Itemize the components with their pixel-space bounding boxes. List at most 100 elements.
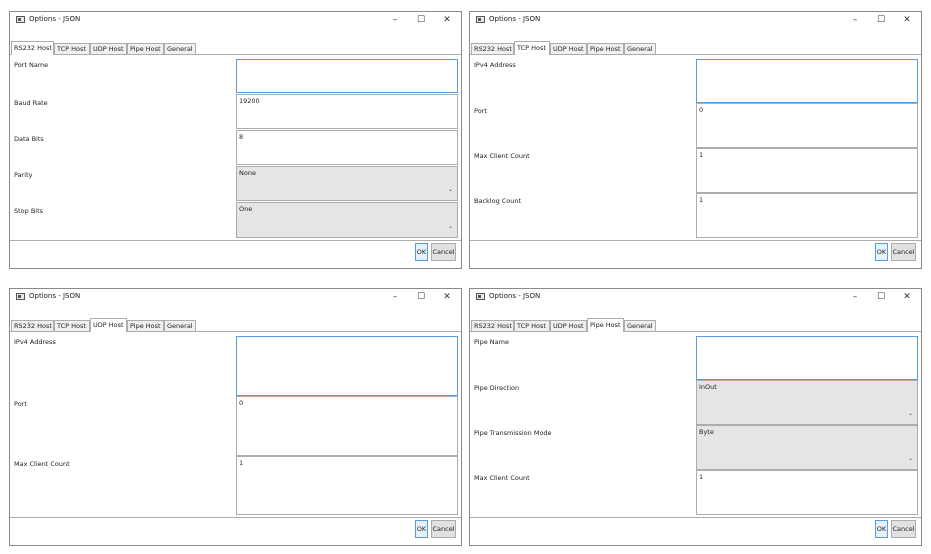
- max-client-count-field[interactable]: 1: [696, 470, 918, 515]
- maximize-icon[interactable]: ☐: [409, 12, 433, 28]
- parity-label: Parity: [14, 171, 33, 179]
- ok-button[interactable]: OK: [415, 243, 428, 261]
- max-client-count-label: Max Client Count: [474, 474, 530, 482]
- footer-divider: [10, 517, 461, 518]
- stop-bits-dropdown[interactable]: One ⌄: [236, 202, 458, 238]
- data-bits-label: Data Bits: [14, 135, 44, 143]
- tab-general[interactable]: General: [164, 320, 196, 331]
- ipv4-address-field[interactable]: [696, 59, 918, 103]
- close-icon[interactable]: ✕: [895, 289, 919, 305]
- window-title: Options - JSON: [29, 15, 81, 23]
- tab-rs232-host[interactable]: RS232 Host: [471, 43, 514, 54]
- title-bar: Options - JSON – ☐ ✕: [470, 12, 921, 28]
- ok-button[interactable]: OK: [875, 520, 888, 538]
- ok-button[interactable]: OK: [875, 243, 888, 261]
- max-client-count-field[interactable]: 1: [236, 456, 458, 515]
- parity-value: None: [239, 169, 256, 177]
- tab-general[interactable]: General: [624, 43, 656, 54]
- cancel-button[interactable]: Cancel: [891, 520, 916, 538]
- chevron-down-icon: ⌄: [447, 186, 453, 193]
- ipv4-address-label: IPv4 Address: [474, 61, 516, 69]
- cancel-button[interactable]: Cancel: [891, 243, 916, 261]
- pipe-direction-value: InOut: [699, 383, 717, 391]
- footer-divider: [470, 517, 921, 518]
- maximize-icon[interactable]: ☐: [869, 289, 893, 305]
- title-bar: Options - JSON – ☐ ✕: [10, 289, 461, 305]
- cancel-button[interactable]: Cancel: [431, 243, 456, 261]
- pipe-transmission-mode-dropdown[interactable]: Byte ⌄: [696, 425, 918, 470]
- pipe-transmission-mode-value: Byte: [699, 428, 714, 436]
- window-title: Options - JSON: [489, 292, 541, 300]
- tab-content: IPv4 Address Port 0 Max Client Count 1 O…: [10, 331, 461, 546]
- port-name-field[interactable]: [236, 59, 458, 93]
- window-title: Options - JSON: [489, 15, 541, 23]
- ipv4-address-field[interactable]: [236, 336, 458, 396]
- close-icon[interactable]: ✕: [895, 12, 919, 28]
- close-icon[interactable]: ✕: [435, 12, 459, 28]
- tab-tcp-host[interactable]: TCP Host: [54, 43, 90, 54]
- title-bar: Options - JSON – ☐ ✕: [10, 12, 461, 28]
- port-label: Port: [474, 107, 487, 115]
- tab-content: IPv4 Address Port 0 Max Client Count 1 B…: [470, 54, 921, 269]
- baud-rate-field[interactable]: 19200: [236, 94, 458, 129]
- close-icon[interactable]: ✕: [435, 289, 459, 305]
- options-window-tcp: Options - JSON – ☐ ✕ RS232 Host TCP Host…: [469, 11, 922, 269]
- app-icon: [476, 16, 485, 23]
- max-client-count-field[interactable]: 1: [696, 148, 918, 193]
- app-icon: [16, 16, 25, 23]
- parity-dropdown[interactable]: None ⌄: [236, 166, 458, 201]
- tab-rs232-host[interactable]: RS232 Host: [11, 41, 54, 55]
- tab-content: Port Name Baud Rate 19200 Data Bits 8 Pa…: [10, 54, 461, 269]
- maximize-icon[interactable]: ☐: [869, 12, 893, 28]
- tab-udp-host[interactable]: UDP Host: [90, 43, 127, 54]
- footer-divider: [470, 240, 921, 241]
- tab-pipe-host[interactable]: Pipe Host: [127, 43, 164, 54]
- tab-pipe-host[interactable]: Pipe Host: [587, 318, 624, 332]
- stop-bits-value: One: [239, 205, 253, 213]
- title-bar: Options - JSON – ☐ ✕: [470, 289, 921, 305]
- max-client-count-label: Max Client Count: [474, 152, 530, 160]
- backlog-count-field[interactable]: 1: [696, 193, 918, 238]
- tab-udp-host[interactable]: UDP Host: [550, 43, 587, 54]
- chevron-down-icon: ⌄: [907, 455, 913, 462]
- minimize-icon[interactable]: –: [383, 12, 407, 28]
- baud-rate-label: Baud Rate: [14, 99, 48, 107]
- tab-content: Pipe Name Pipe Direction InOut ⌄ Pipe Tr…: [470, 331, 921, 546]
- ok-button[interactable]: OK: [415, 520, 428, 538]
- footer-divider: [10, 240, 461, 241]
- cancel-button[interactable]: Cancel: [431, 520, 456, 538]
- max-client-count-label: Max Client Count: [14, 460, 70, 468]
- app-icon: [476, 293, 485, 300]
- app-icon: [16, 293, 25, 300]
- tab-general[interactable]: General: [624, 320, 656, 331]
- tab-tcp-host[interactable]: TCP Host: [514, 320, 550, 331]
- chevron-down-icon: ⌄: [907, 410, 913, 417]
- tab-udp-host[interactable]: UDP Host: [550, 320, 587, 331]
- backlog-count-label: Backlog Count: [474, 197, 522, 205]
- tab-rs232-host[interactable]: RS232 Host: [11, 320, 54, 331]
- pipe-direction-dropdown[interactable]: InOut ⌄: [696, 380, 918, 425]
- options-window-pipe: Options - JSON – ☐ ✕ RS232 Host TCP Host…: [469, 288, 922, 546]
- minimize-icon[interactable]: –: [843, 12, 867, 28]
- ipv4-address-label: IPv4 Address: [14, 338, 56, 346]
- tab-pipe-host[interactable]: Pipe Host: [587, 43, 624, 54]
- window-title: Options - JSON: [29, 292, 81, 300]
- pipe-name-label: Pipe Name: [474, 338, 509, 346]
- minimize-icon[interactable]: –: [383, 289, 407, 305]
- tab-tcp-host[interactable]: TCP Host: [54, 320, 90, 331]
- stop-bits-label: Stop Bits: [14, 207, 44, 215]
- data-bits-field[interactable]: 8: [236, 130, 458, 165]
- maximize-icon[interactable]: ☐: [409, 289, 433, 305]
- port-field[interactable]: 0: [696, 103, 918, 148]
- options-window-udp: Options - JSON – ☐ ✕ RS232 Host TCP Host…: [9, 288, 462, 546]
- tab-pipe-host[interactable]: Pipe Host: [127, 320, 164, 331]
- port-label: Port: [14, 400, 27, 408]
- pipe-name-field[interactable]: [696, 336, 918, 380]
- pipe-direction-label: Pipe Direction: [474, 384, 520, 392]
- tab-udp-host[interactable]: UDP Host: [90, 318, 127, 332]
- tab-rs232-host[interactable]: RS232 Host: [471, 320, 514, 331]
- port-field[interactable]: 0: [236, 396, 458, 456]
- minimize-icon[interactable]: –: [843, 289, 867, 305]
- tab-tcp-host[interactable]: TCP Host: [514, 41, 550, 55]
- tab-general[interactable]: General: [164, 43, 196, 54]
